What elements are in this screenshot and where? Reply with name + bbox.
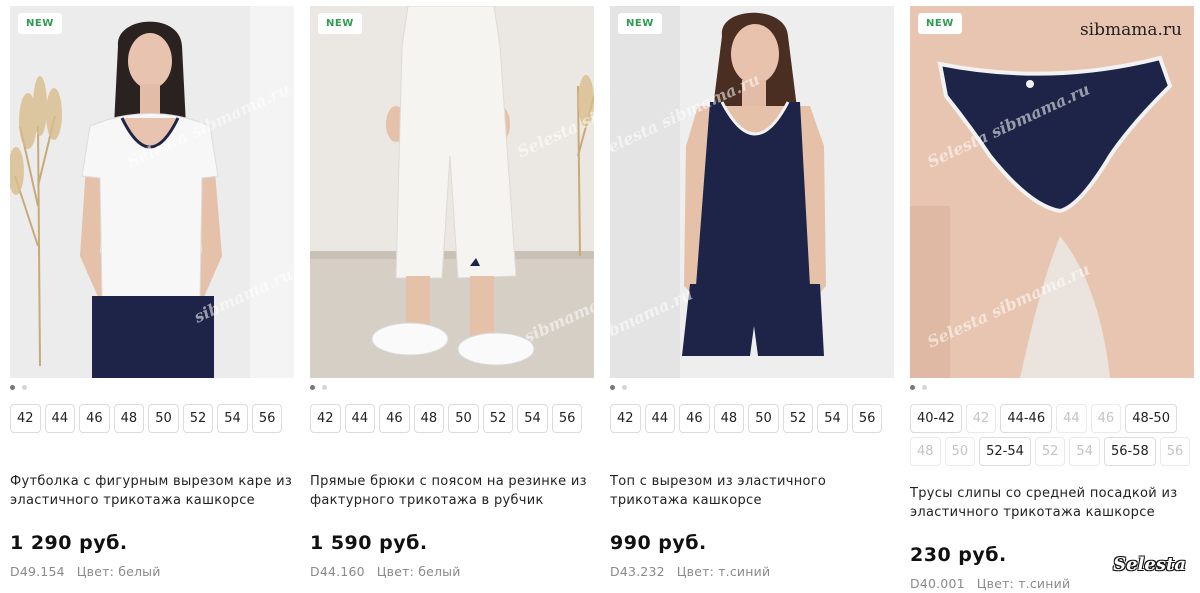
size-option[interactable]: 44-46: [1000, 404, 1053, 433]
product-card[interactable]: NEW Selesta sibmama.ru sibmama.ru 42 44 …: [10, 6, 294, 579]
size-selector: 40-42 42 44-46 44 46 48-50 48 50 52-54 5…: [910, 404, 1200, 466]
product-photo-graphic: [10, 6, 294, 378]
size-option-unavailable[interactable]: 54: [1069, 437, 1100, 466]
size-option-unavailable[interactable]: 42: [965, 404, 997, 433]
product-color: Цвет: т.синий: [676, 564, 771, 579]
product-title[interactable]: Трусы слипы со средней посадкой из эласт…: [910, 484, 1200, 522]
size-option-unavailable[interactable]: 52: [1034, 437, 1066, 466]
size-option[interactable]: 56: [551, 404, 583, 433]
product-card[interactable]: NEW Selesta sibmama.ru Selesta sibmama.r…: [910, 6, 1194, 591]
carousel-dot[interactable]: [322, 385, 327, 390]
size-option[interactable]: 56-58: [1103, 437, 1156, 466]
carousel-dots[interactable]: [610, 378, 894, 400]
product-image[interactable]: NEW Selesta sibmama.ru sibmama.ru: [310, 6, 594, 378]
size-option[interactable]: 50: [148, 404, 179, 433]
size-option[interactable]: 52: [782, 404, 814, 433]
size-option[interactable]: 54: [517, 404, 548, 433]
size-option[interactable]: 52: [482, 404, 514, 433]
size-option-unavailable[interactable]: 56: [1159, 437, 1191, 466]
new-badge: NEW: [618, 13, 662, 34]
size-option[interactable]: 52-54: [979, 437, 1031, 466]
carousel-dot[interactable]: [622, 385, 627, 390]
size-option[interactable]: 44: [44, 404, 76, 433]
product-sku: D43.232: [610, 564, 665, 579]
product-color: Цвет: белый: [76, 564, 161, 579]
new-badge: NEW: [18, 13, 62, 34]
product-color: Цвет: т.синий: [976, 576, 1071, 591]
size-option[interactable]: 50: [448, 404, 479, 433]
carousel-dot-active[interactable]: [310, 385, 315, 390]
size-option[interactable]: 54: [217, 404, 248, 433]
carousel-dots[interactable]: [10, 378, 294, 400]
size-option[interactable]: 46: [79, 404, 110, 433]
size-option-unavailable[interactable]: 44: [1056, 404, 1087, 433]
size-option[interactable]: 48: [713, 404, 745, 433]
product-card[interactable]: NEW Selesta sibmama.ru sibmama.ru 42 44 …: [610, 6, 894, 579]
size-option[interactable]: 42: [310, 404, 341, 433]
carousel-dots[interactable]: [310, 378, 594, 400]
size-option[interactable]: 56: [251, 404, 283, 433]
carousel-dot-active[interactable]: [10, 385, 15, 390]
product-title[interactable]: Футболка с фигурным вырезом каре из элас…: [10, 472, 300, 510]
size-option[interactable]: 44: [644, 404, 676, 433]
size-option-unavailable[interactable]: 50: [944, 437, 976, 466]
size-option[interactable]: 40-42: [910, 404, 962, 433]
size-option-unavailable[interactable]: 46: [1090, 404, 1122, 433]
new-badge: NEW: [318, 13, 362, 34]
product-price: 1 290 руб.: [10, 532, 128, 554]
product-meta: D40.001 Цвет: т.синий: [910, 576, 1070, 591]
size-selector: 42 44 46 48 50 52 54 56: [10, 404, 294, 433]
carousel-dot[interactable]: [922, 385, 927, 390]
product-card[interactable]: NEW Selesta sibmama.ru sibmama.ru 42 44 …: [310, 6, 594, 579]
size-option[interactable]: 50: [748, 404, 779, 433]
product-sku: D49.154: [10, 564, 65, 579]
product-title[interactable]: Топ с вырезом из эластичного трикотажа к…: [610, 472, 900, 510]
size-selector: 42 44 46 48 50 52 54 56: [610, 404, 894, 433]
size-selector: 42 44 46 48 50 52 54 56: [310, 404, 594, 433]
carousel-dot-active[interactable]: [910, 385, 915, 390]
product-title[interactable]: Прямые брюки с поясом на резинке из факт…: [310, 472, 600, 510]
product-image[interactable]: NEW Selesta sibmama.ru Selesta sibmama.r…: [910, 6, 1194, 378]
product-meta: D49.154 Цвет: белый: [10, 564, 161, 579]
size-option[interactable]: 46: [679, 404, 710, 433]
product-meta: D44.160 Цвет: белый: [310, 564, 461, 579]
size-option[interactable]: 52: [182, 404, 214, 433]
product-price: 230 руб.: [910, 544, 1007, 566]
product-image[interactable]: NEW Selesta sibmama.ru sibmama.ru: [610, 6, 894, 378]
product-photo-graphic: [610, 6, 894, 378]
product-image[interactable]: NEW Selesta sibmama.ru sibmama.ru: [10, 6, 294, 378]
carousel-dots[interactable]: [910, 378, 1194, 400]
size-option[interactable]: 44: [344, 404, 376, 433]
size-option[interactable]: 54: [817, 404, 848, 433]
size-option[interactable]: 48: [413, 404, 445, 433]
logo-watermark: Selesta: [1113, 554, 1186, 575]
size-option-unavailable[interactable]: 48: [910, 437, 941, 466]
size-option[interactable]: 56: [851, 404, 883, 433]
carousel-dot-active[interactable]: [610, 385, 615, 390]
new-badge: NEW: [918, 13, 962, 34]
product-price: 990 руб.: [610, 532, 707, 554]
size-option[interactable]: 42: [610, 404, 641, 433]
size-option[interactable]: 48: [113, 404, 145, 433]
product-color: Цвет: белый: [376, 564, 461, 579]
carousel-dot[interactable]: [22, 385, 27, 390]
product-sku: D40.001: [910, 576, 965, 591]
product-sku: D44.160: [310, 564, 365, 579]
size-option[interactable]: 48-50: [1125, 404, 1177, 433]
size-option[interactable]: 46: [379, 404, 410, 433]
product-price: 1 590 руб.: [310, 532, 428, 554]
size-option[interactable]: 42: [10, 404, 41, 433]
site-watermark: sibmama.ru: [1079, 20, 1182, 40]
product-meta: D43.232 Цвет: т.синий: [610, 564, 770, 579]
